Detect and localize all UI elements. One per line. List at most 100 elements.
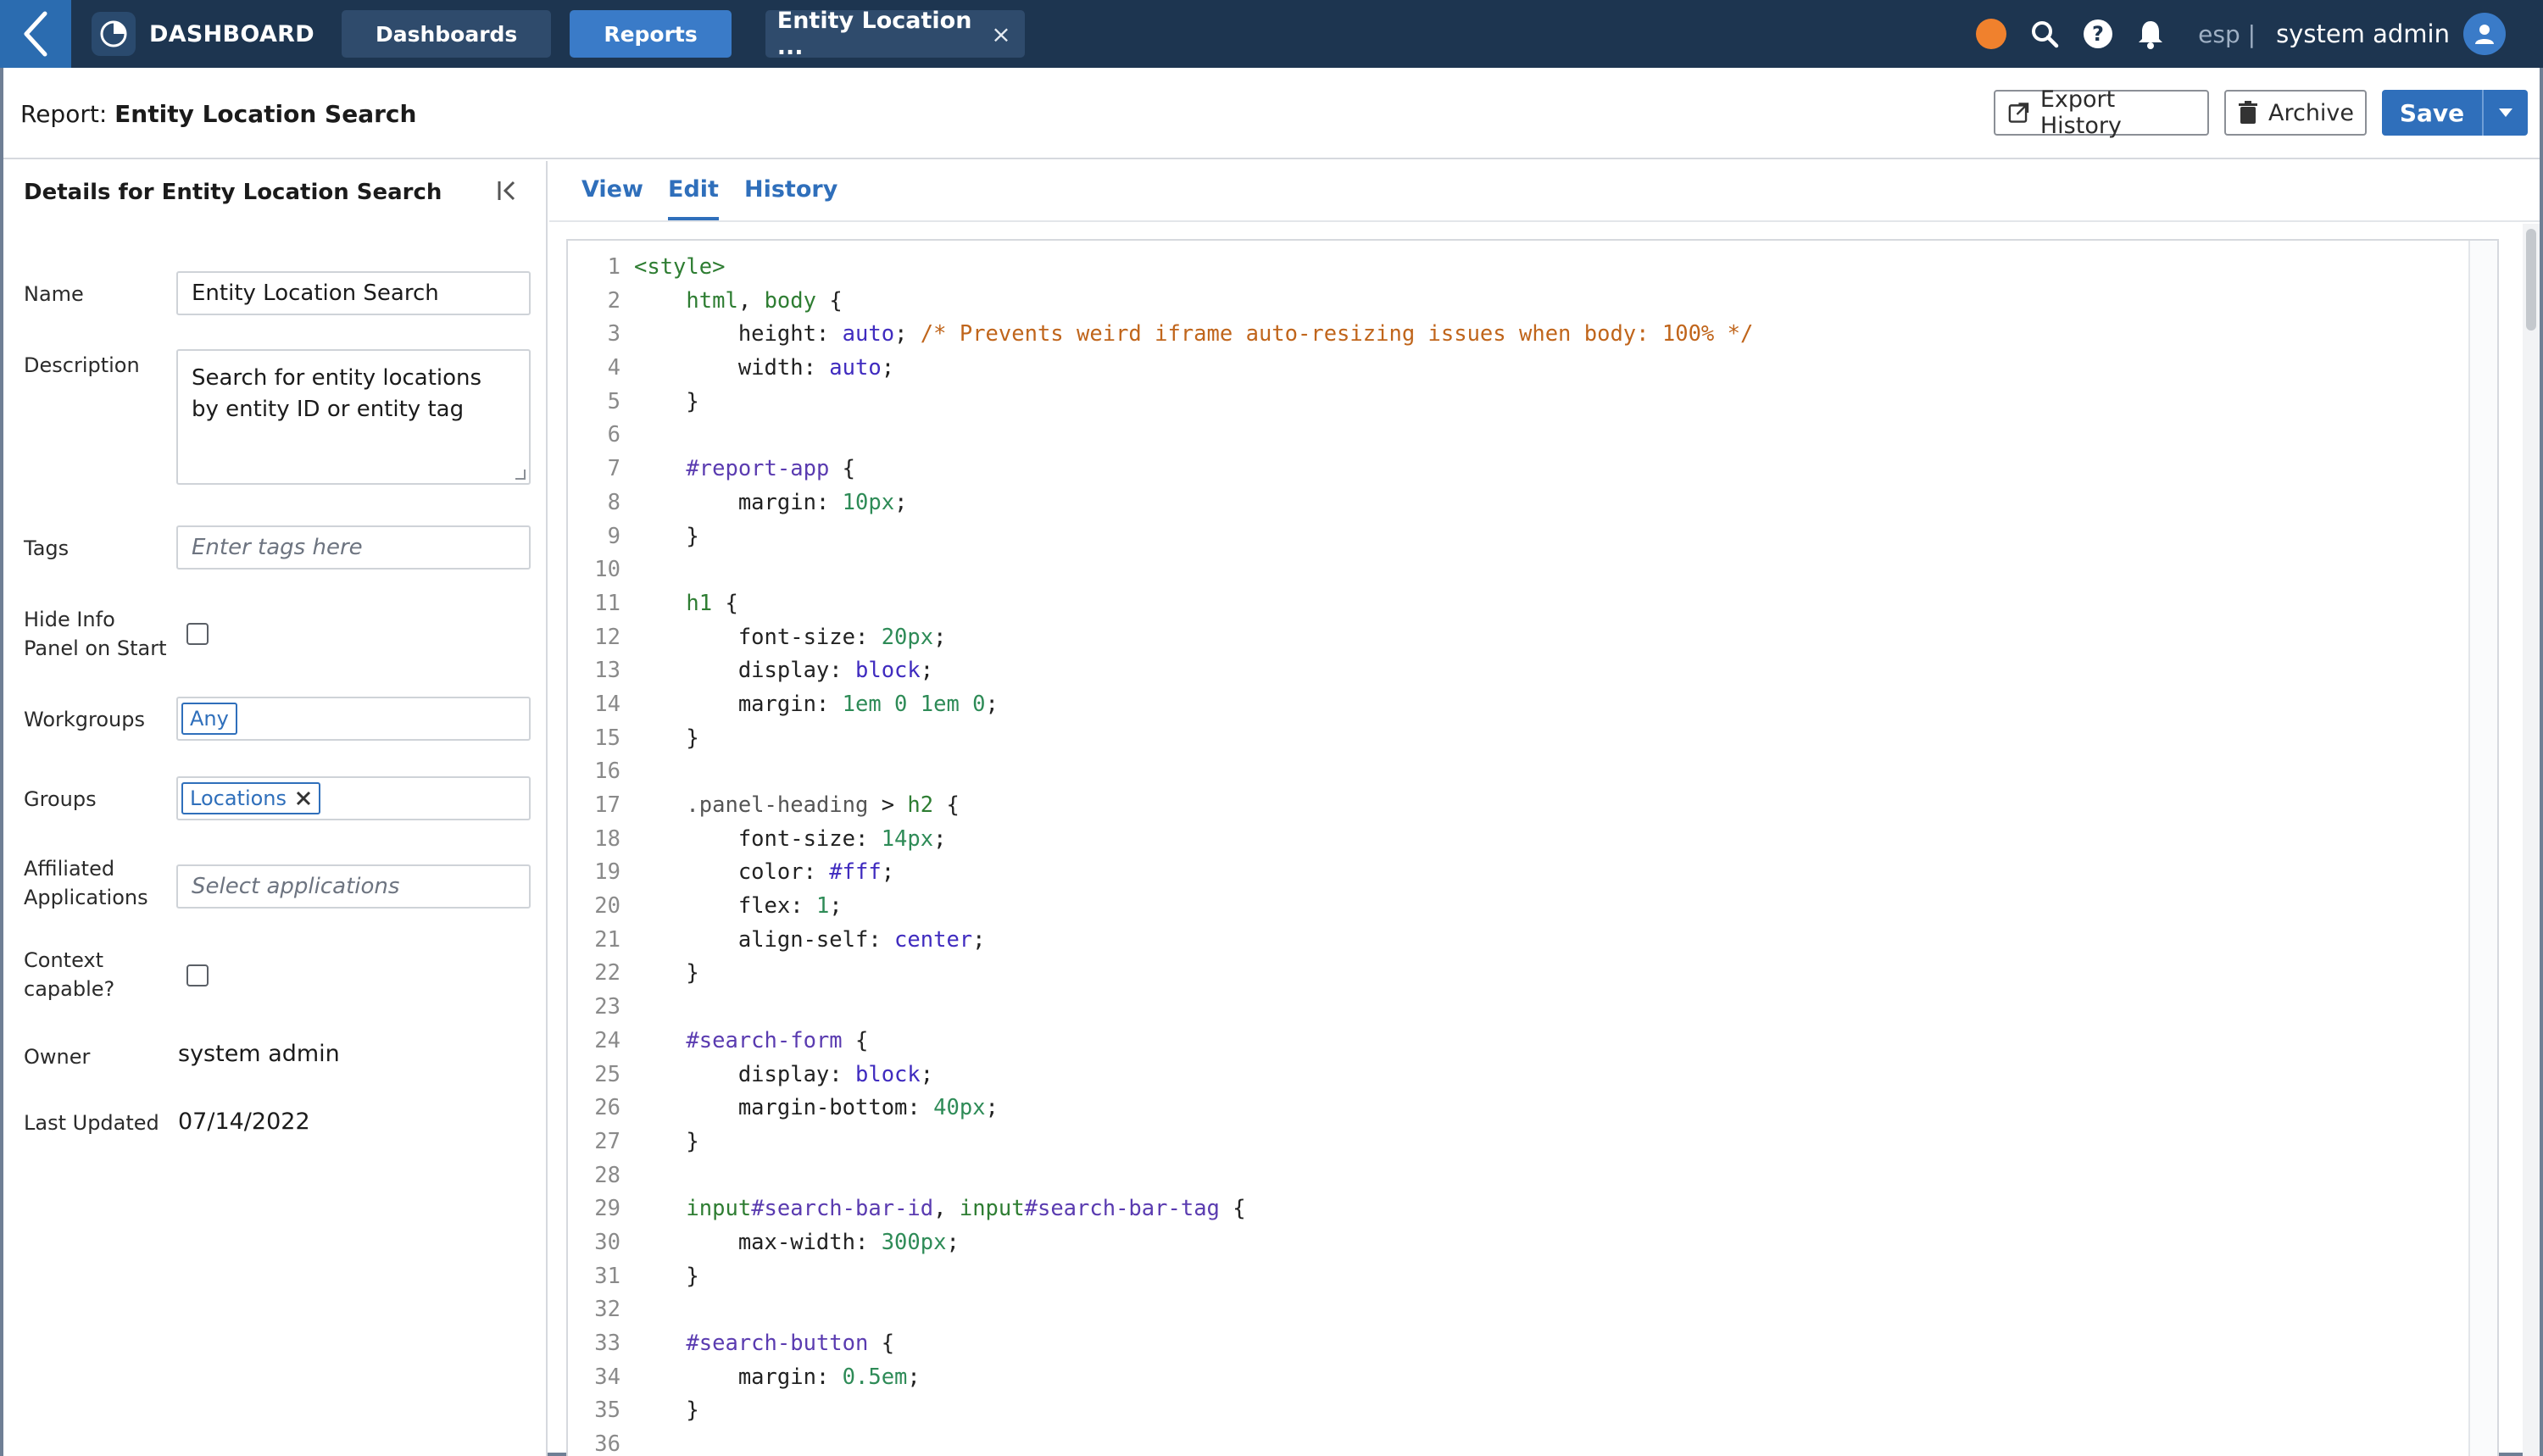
nav-reports-button[interactable]: Reports	[570, 10, 732, 58]
code-line: 15 }	[568, 722, 2497, 756]
code-line: 26 margin-bottom: 40px;	[568, 1092, 2497, 1125]
context-label: Context capable?	[24, 948, 115, 1001]
close-tab-icon[interactable]: ×	[991, 20, 1010, 48]
top-nav-bar: DASHBOARD Dashboards Reports Entity Loca…	[0, 0, 2543, 68]
save-label: Save	[2399, 98, 2465, 127]
line-number: 12	[594, 624, 620, 650]
hide-info-checkbox[interactable]	[186, 623, 209, 645]
line-number: 28	[594, 1162, 620, 1188]
group-chip-label: Locations	[190, 786, 287, 810]
collapse-panel-icon[interactable]	[495, 178, 520, 207]
affiliated-applications-select[interactable]: Select applications	[176, 864, 531, 909]
page-scrollbar[interactable]	[2523, 224, 2540, 1456]
language-selector[interactable]: esp |	[2198, 20, 2256, 48]
page-scrollbar-thumb[interactable]	[2526, 229, 2536, 331]
page-header: Report: Entity Location Search Export Hi…	[3, 68, 2540, 159]
code-line: 4 width: auto;	[568, 352, 2497, 386]
hide-info-label: Hide Info Panel on Start	[24, 608, 167, 660]
remove-chip-icon[interactable]	[295, 790, 312, 807]
code-line: 10	[568, 553, 2497, 587]
code-text: html, body {	[686, 287, 843, 314]
save-button[interactable]: Save	[2382, 90, 2528, 136]
code-line: 7 #report-app {	[568, 453, 2497, 486]
workgroup-chip[interactable]: Any	[181, 703, 237, 735]
line-number: 16	[594, 759, 620, 785]
details-panel-title: Details for Entity Location Search	[24, 180, 442, 205]
code-text: #search-form {	[686, 1027, 869, 1053]
line-number: 30	[594, 1229, 620, 1255]
name-label: Name	[24, 282, 84, 306]
line-number: 2	[607, 287, 620, 314]
tags-input[interactable]: Enter tags here	[176, 525, 531, 570]
user-avatar-icon[interactable]	[2463, 13, 2506, 55]
line-number: 25	[594, 1061, 620, 1087]
code-line: 36	[568, 1428, 2497, 1456]
line-number: 14	[594, 691, 620, 717]
code-line: 17 .panel-heading > h2 {	[568, 789, 2497, 823]
save-options-dropdown[interactable]	[2484, 108, 2528, 118]
line-number: 3	[607, 321, 620, 347]
code-text: font-size: 14px;	[634, 825, 947, 852]
tab-history[interactable]: History	[744, 176, 837, 220]
page-title: Report: Entity Location Search	[20, 100, 416, 128]
page-title-prefix: Report:	[20, 100, 115, 128]
name-field[interactable]: Entity Location Search	[176, 271, 531, 315]
line-number: 22	[594, 960, 620, 986]
line-number: 34	[594, 1364, 620, 1390]
code-text: h1 {	[686, 590, 738, 616]
code-text: }	[634, 1263, 699, 1289]
workgroups-field[interactable]: Any	[176, 697, 531, 741]
archive-button[interactable]: Archive	[2224, 90, 2367, 136]
description-field[interactable]: Search for entity locations by entity ID…	[176, 349, 531, 485]
line-number: 26	[594, 1095, 620, 1121]
dashboard-logo-icon[interactable]	[92, 12, 136, 56]
line-number: 20	[594, 893, 620, 920]
editor-scrollbar[interactable]	[2468, 241, 2497, 1456]
code-editor[interactable]: 1 <style> 2 html, body {3 height: auto; /*…	[566, 239, 2499, 1456]
line-number: 32	[594, 1297, 620, 1323]
code-text: max-width: 300px;	[634, 1229, 960, 1255]
brand-name[interactable]: DASHBOARD	[149, 21, 314, 47]
line-number: 19	[594, 859, 620, 886]
export-history-button[interactable]: Export History	[1994, 86, 2209, 139]
code-text: #search-button {	[686, 1331, 895, 1356]
code-line: 12 font-size: 20px;	[568, 621, 2497, 655]
back-button[interactable]	[0, 0, 71, 68]
code-line: 32	[568, 1293, 2497, 1327]
group-chip[interactable]: Locations	[181, 782, 321, 814]
user-name[interactable]: system admin	[2276, 19, 2450, 48]
code-text: margin: 10px;	[634, 489, 908, 515]
code-line: 6	[568, 419, 2497, 453]
tab-view[interactable]: View	[581, 176, 643, 220]
nav-dashboards-button[interactable]: Dashboards	[341, 10, 552, 58]
open-report-tab[interactable]: Entity Location ... ×	[765, 8, 1025, 60]
tab-edit[interactable]: Edit	[668, 176, 719, 220]
line-number: 13	[594, 658, 620, 684]
line-number: 29	[594, 1196, 620, 1222]
help-icon[interactable]: ?	[2083, 19, 2113, 49]
context-capable-checkbox[interactable]	[186, 964, 209, 986]
code-text: }	[634, 725, 699, 751]
code-line: 22 }	[568, 957, 2497, 991]
code-text: #report-app {	[686, 456, 856, 482]
code-line: 3 height: auto; /* Prevents weird iframe…	[568, 318, 2497, 352]
line-number: 15	[594, 725, 620, 751]
line-number: 35	[594, 1398, 620, 1424]
code-text: height: auto; /* Prevents weird iframe a…	[634, 321, 1754, 347]
search-icon[interactable]	[2030, 19, 2059, 48]
code-text: align-self: center;	[634, 926, 986, 953]
code-line: 14 margin: 1em 0 1em 0;	[568, 688, 2497, 722]
status-indicator-icon[interactable]	[1976, 19, 2007, 49]
groups-field[interactable]: Locations	[176, 776, 531, 820]
workgroups-label: Workgroups	[24, 708, 145, 731]
resize-handle-icon[interactable]	[515, 470, 526, 480]
line-number: 9	[607, 523, 620, 549]
bell-icon[interactable]	[2137, 19, 2164, 49]
code-line: 34 margin: 0.5em;	[568, 1361, 2497, 1395]
code-text: font-size: 20px;	[634, 624, 947, 650]
code-line: 5 }	[568, 386, 2497, 420]
name-field-value: Entity Location Search	[192, 281, 439, 306]
code-lines: 1 <style> 2 html, body {3 height: auto; /*…	[568, 251, 2497, 1456]
code-line: 31 }	[568, 1260, 2497, 1294]
code-line: 30 max-width: 300px;	[568, 1226, 2497, 1260]
